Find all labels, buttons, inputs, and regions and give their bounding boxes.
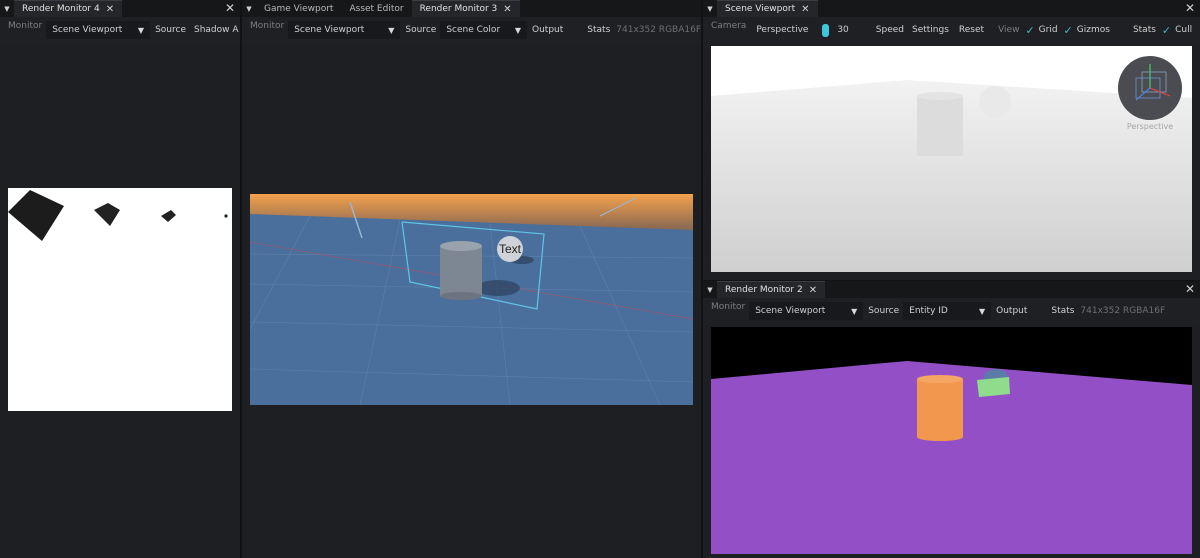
scene-viewport-view[interactable]: Perspective: [711, 46, 1192, 272]
render-monitor-2-panel: ▼ Render Monitor 2 ✕ ✕ Monitor Scene Vie…: [703, 281, 1200, 558]
tab-asset-editor[interactable]: Asset Editor: [341, 0, 411, 17]
close-tab-icon[interactable]: ✕: [801, 4, 809, 15]
tab-game-viewport[interactable]: Game Viewport: [256, 0, 341, 17]
monitor-dropdown[interactable]: Scene Viewport ▼: [288, 21, 401, 39]
camera-dropdown[interactable]: Perspective: [750, 21, 808, 39]
tab-render-monitor-4[interactable]: Render Monitor 4 ✕: [14, 0, 123, 17]
source-label: Source: [155, 25, 186, 35]
monitor-toolbar: Monitor Scene Viewport ▼ Source Entity I…: [703, 298, 1200, 324]
shadow-map-image: [8, 190, 228, 241]
source-dropdown[interactable]: Entity ID ▼: [903, 302, 992, 320]
render-monitor-3-panel: ▼ Game Viewport Asset Editor Render Moni…: [242, 0, 701, 558]
source-dropdown[interactable]: Shadow A: [190, 21, 240, 39]
billboard-text-label: Text: [499, 242, 522, 256]
gizmo-caption: Perspective: [1126, 122, 1174, 131]
tab-scene-viewport[interactable]: Scene Viewport ✕: [717, 0, 818, 17]
tab-bar: ▼ Game Viewport Asset Editor Render Moni…: [242, 0, 701, 17]
chevron-down-icon: ▼: [137, 25, 145, 35]
chevron-down-icon: ▼: [388, 25, 395, 35]
stats-toggle[interactable]: Stats: [1133, 25, 1156, 35]
view-label: View: [998, 25, 1020, 35]
speed-label: Speed: [875, 25, 904, 35]
camera-dropdown-value: Perspective: [756, 25, 809, 35]
monitor-dropdown[interactable]: Scene Viewport ▼: [749, 302, 864, 320]
panel-menu-icon[interactable]: ▼: [703, 281, 717, 298]
stats-label: Stats: [587, 25, 611, 35]
chevron-down-icon: ▼: [851, 306, 858, 316]
tab-render-monitor-2[interactable]: Render Monitor 2 ✕: [717, 281, 826, 298]
monitor-toolbar: Monitor Scene Viewport ▼ Source Scene Co…: [242, 17, 701, 43]
orientation-gizmo[interactable]: [1118, 56, 1182, 120]
close-panel-icon[interactable]: ✕: [1185, 1, 1195, 15]
entity-id-image: [711, 361, 1192, 554]
monitor-dropdown-value: Scene Viewport: [294, 25, 365, 35]
cull-toggle[interactable]: Cull: [1175, 25, 1192, 35]
camera-label: Camera: [711, 21, 747, 31]
viewport-toolbar: Camera Perspective 30 Speed Settings Res…: [703, 17, 1200, 43]
tab-label: Render Monitor 4: [22, 4, 100, 14]
tab-label: Scene Viewport: [725, 4, 796, 14]
tab-render-monitor-3[interactable]: Render Monitor 3 ✕: [411, 0, 520, 17]
entity-id-view[interactable]: [711, 327, 1192, 554]
tab-bar: ▼ Render Monitor 4 ✕ ✕: [0, 0, 240, 17]
close-tab-icon[interactable]: ✕: [106, 4, 114, 15]
tab-label: Game Viewport: [264, 3, 334, 14]
shadow-map-view[interactable]: [8, 188, 232, 411]
fov-slider-handle[interactable]: [822, 23, 830, 37]
settings-button[interactable]: Settings: [912, 25, 949, 35]
scene-viewport-panel: ▼ Scene Viewport ✕ ✕ Camera Perspective …: [703, 0, 1200, 280]
gizmos-toggle[interactable]: Gizmos: [1077, 25, 1110, 35]
panel-menu-icon[interactable]: ▼: [703, 0, 717, 17]
monitor-dropdown-value: Scene Viewport: [52, 25, 123, 35]
panel-menu-icon[interactable]: ▼: [0, 0, 14, 17]
chevron-down-icon: ▼: [978, 306, 986, 316]
close-tab-icon[interactable]: ✕: [503, 4, 511, 15]
source-dropdown-value: Shadow A: [194, 25, 239, 35]
tab-label: Render Monitor 3: [419, 4, 498, 14]
reset-button[interactable]: Reset: [959, 25, 984, 35]
fov-value[interactable]: 30: [837, 25, 848, 35]
tab-label: Asset Editor: [349, 3, 404, 14]
output-button[interactable]: Output: [996, 306, 1027, 316]
grid-check-icon[interactable]: ✓: [1025, 24, 1034, 37]
tab-bar: ▼ Render Monitor 2 ✕ ✕: [703, 281, 1200, 298]
monitor-dropdown-value: Scene Viewport: [755, 306, 826, 316]
stats-label: Stats: [1051, 306, 1075, 316]
monitor-label: Monitor: [711, 302, 746, 312]
monitor-label: Monitor: [8, 21, 43, 31]
close-panel-icon[interactable]: ✕: [225, 1, 235, 15]
cull-check-icon[interactable]: ✓: [1162, 24, 1171, 37]
source-label: Source: [405, 25, 437, 35]
stats-value: 741x352 RGBA16F: [1080, 306, 1166, 316]
panel-menu-icon[interactable]: ▼: [242, 0, 256, 17]
monitor-label: Monitor: [250, 21, 285, 31]
scene-color-view[interactable]: Text: [250, 194, 693, 405]
source-dropdown-value: Entity ID: [909, 306, 948, 316]
close-tab-icon[interactable]: ✕: [809, 285, 817, 296]
render-monitor-4-panel: ▼ Render Monitor 4 ✕ ✕ Monitor Scene Vie…: [0, 0, 240, 558]
grid-toggle[interactable]: Grid: [1039, 25, 1058, 35]
axis-gizmo-icon: [1135, 64, 1171, 101]
chevron-down-icon: ▼: [514, 25, 522, 35]
gizmos-check-icon[interactable]: ✓: [1064, 24, 1073, 37]
monitor-toolbar: Monitor Scene Viewport ▼ Source Shadow A: [0, 17, 240, 43]
monitor-dropdown[interactable]: Scene Viewport ▼: [46, 21, 151, 39]
close-panel-icon[interactable]: ✕: [1185, 282, 1195, 296]
output-button[interactable]: Output: [532, 25, 563, 35]
tab-label: Render Monitor 2: [725, 285, 803, 295]
source-label: Source: [868, 306, 900, 316]
source-dropdown[interactable]: Scene Color ▼: [440, 21, 528, 39]
stats-value: 741x352 RGBA16F: [616, 25, 701, 35]
scene-color-image: Text: [250, 194, 693, 405]
source-dropdown-value: Scene Color: [446, 25, 501, 35]
tab-bar: ▼ Scene Viewport ✕ ✕: [703, 0, 1200, 17]
